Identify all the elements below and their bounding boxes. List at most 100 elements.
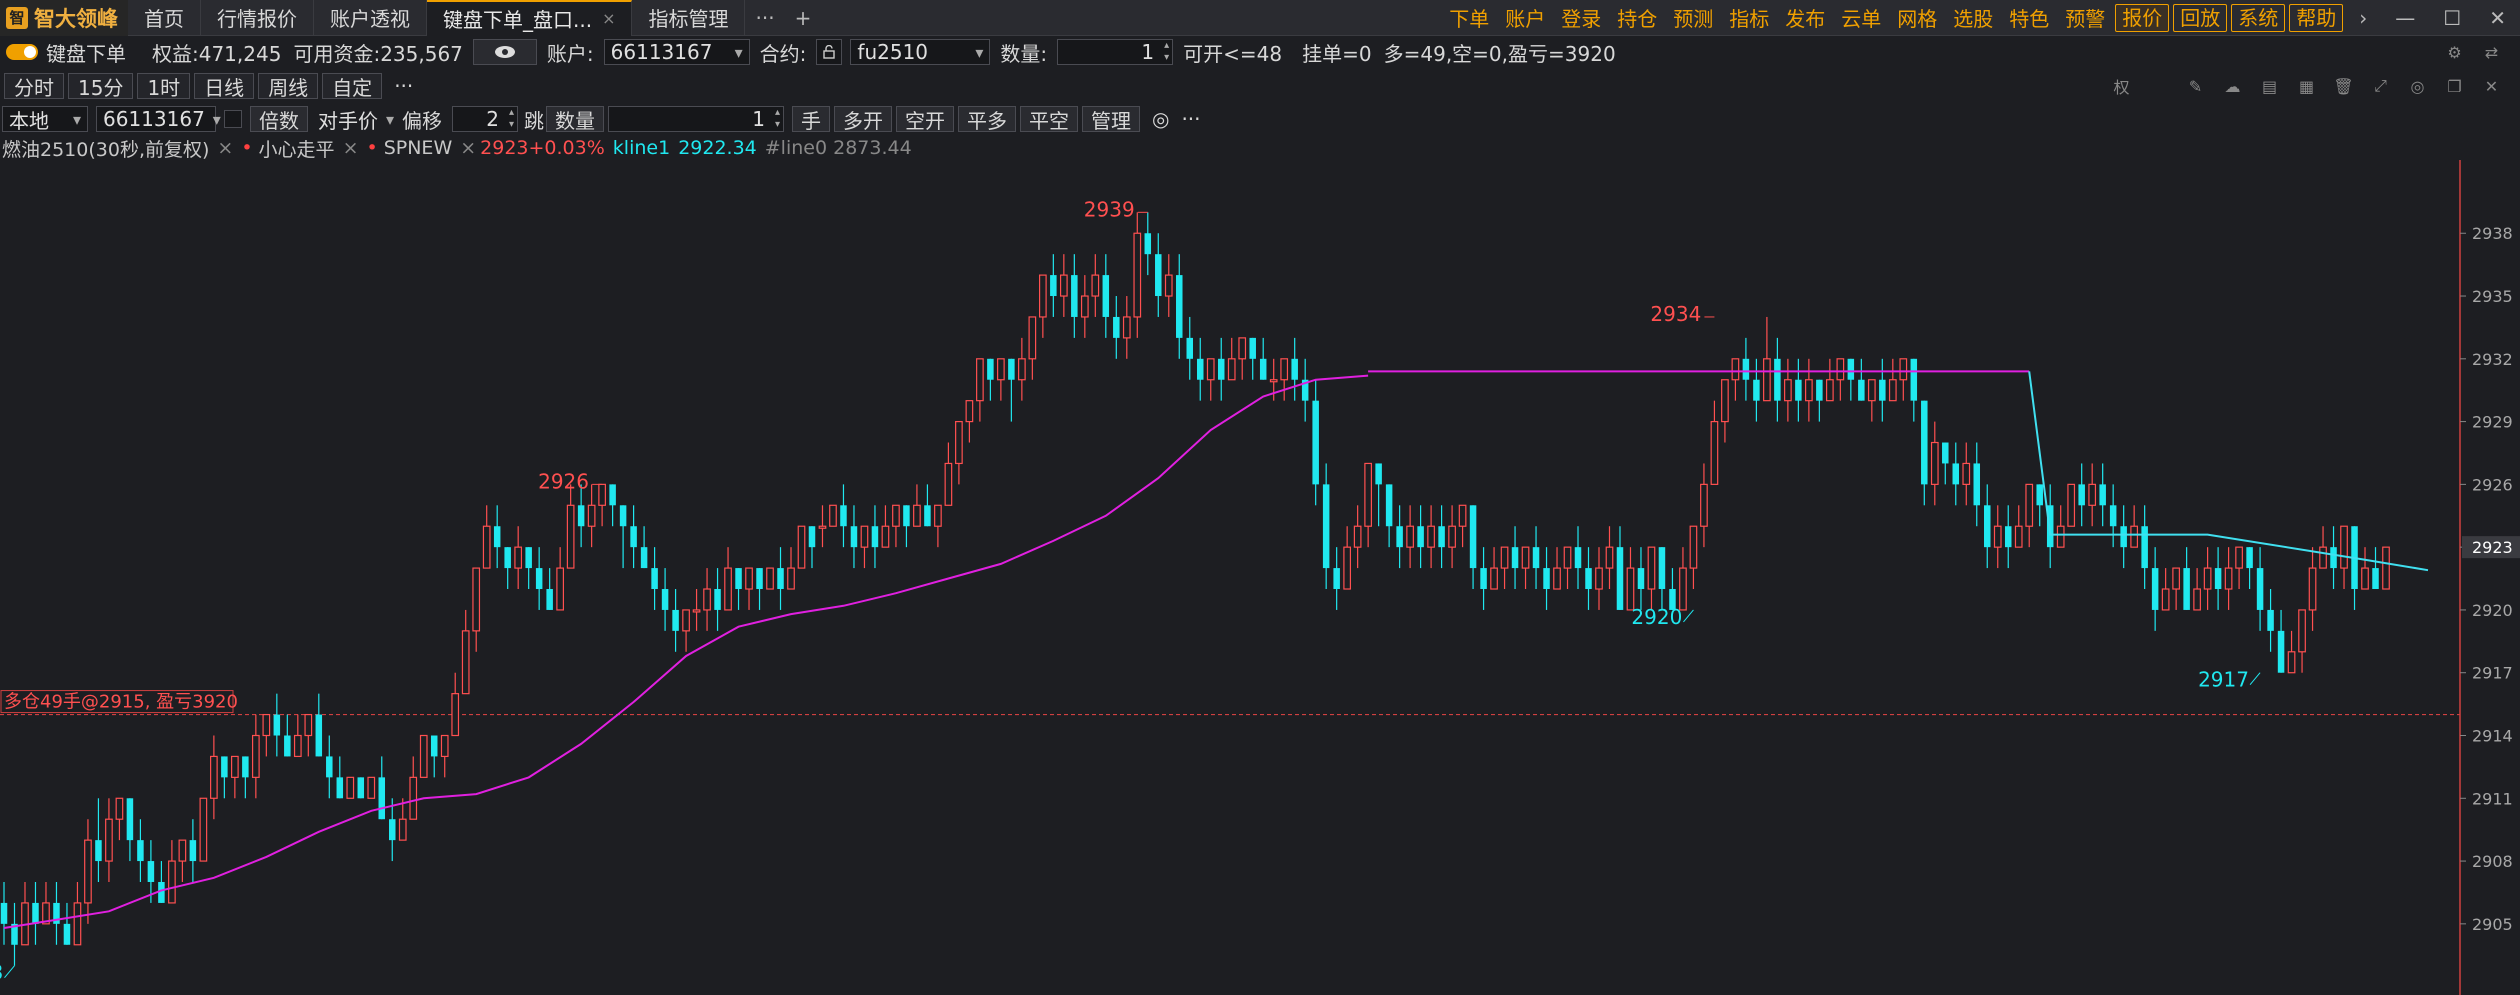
tab-account[interactable]: 账户透视 bbox=[314, 0, 427, 36]
menu-system[interactable]: 系统 bbox=[2231, 3, 2286, 32]
account-right-icons: ⚙ ⇄ bbox=[2436, 43, 2520, 62]
record-icon[interactable]: ◎ bbox=[1140, 107, 1175, 131]
period-custom[interactable]: 自定 bbox=[322, 73, 383, 100]
multiple-checkbox[interactable] bbox=[224, 110, 242, 128]
indicator-1[interactable]: 小心走平 bbox=[257, 135, 335, 162]
account-select[interactable]: 66113167 bbox=[603, 39, 750, 65]
remove-indicator-icon[interactable]: × bbox=[335, 137, 367, 159]
cloud-icon[interactable]: ☁ bbox=[2214, 77, 2251, 96]
target-icon[interactable]: ◎ bbox=[2399, 77, 2436, 96]
period-more-icon[interactable]: ··· bbox=[382, 74, 419, 98]
period-timeshare[interactable]: 分时 bbox=[4, 73, 64, 100]
candle-body bbox=[105, 818, 113, 862]
offset-stepper[interactable]: 2 ▴ ▾ bbox=[452, 106, 518, 132]
sell-open-button[interactable]: 空开 bbox=[896, 106, 954, 133]
close-window-icon[interactable]: ✕ bbox=[2475, 6, 2520, 30]
buy-open-button[interactable]: 多开 bbox=[834, 106, 892, 133]
menu-forecast[interactable]: 预测 bbox=[1665, 3, 1721, 32]
indicator-2[interactable]: SPNEW bbox=[382, 137, 453, 159]
menu-cloud-order[interactable]: 云单 bbox=[1833, 3, 1889, 32]
minimize-icon[interactable]: — bbox=[2381, 6, 2429, 30]
app-logo[interactable]: 智 智大领峰 bbox=[0, 0, 128, 36]
annotation-leader bbox=[4, 965, 15, 979]
menu-replay[interactable]: 回放 bbox=[2173, 3, 2228, 32]
hand-button[interactable]: 手 bbox=[792, 106, 830, 133]
lock-icon[interactable] bbox=[816, 39, 843, 65]
menu-indicator[interactable]: 指标 bbox=[1721, 3, 1777, 32]
offset-label: 偏移 bbox=[402, 108, 442, 133]
remove-indicator-icon[interactable]: × bbox=[452, 137, 480, 159]
contract-select[interactable]: fu2510 bbox=[850, 39, 991, 65]
menu-grid[interactable]: 网格 bbox=[1889, 3, 1945, 32]
add-tab-icon[interactable]: + bbox=[785, 6, 822, 30]
manage-button[interactable]: 管理 bbox=[1082, 106, 1140, 133]
candle-body bbox=[808, 526, 816, 548]
low-label: 2903 bbox=[0, 961, 3, 985]
candle-body bbox=[1458, 504, 1467, 527]
toggle-switch[interactable] bbox=[6, 44, 38, 60]
rights-icon[interactable]: 权 bbox=[2103, 74, 2140, 98]
source-select[interactable]: 本地 bbox=[2, 106, 88, 133]
candle-body bbox=[1574, 547, 1582, 569]
candle-body bbox=[304, 713, 313, 737]
tab-indicator-manage[interactable]: 指标管理 bbox=[632, 0, 746, 36]
maximize-icon[interactable]: ☐ bbox=[2429, 6, 2475, 30]
period-15min[interactable]: 15分 bbox=[68, 73, 134, 100]
tab-home[interactable]: 首页 bbox=[128, 0, 201, 36]
offset-value: 2 bbox=[486, 107, 499, 131]
menu-feature[interactable]: 特色 bbox=[2001, 3, 2057, 32]
order-account-select[interactable]: 66113167 bbox=[96, 106, 216, 132]
menu-account[interactable]: 账户 bbox=[1497, 3, 1553, 32]
menu-quote[interactable]: 报价 bbox=[2115, 3, 2170, 32]
candle-body bbox=[1700, 483, 1708, 527]
tab-label: 账户透视 bbox=[330, 7, 410, 31]
stepper-arrows-icon[interactable]: ▴ ▾ bbox=[509, 107, 514, 131]
copy-icon[interactable]: ❐ bbox=[2436, 77, 2473, 96]
candle-body bbox=[1417, 526, 1424, 548]
menu-publish[interactable]: 发布 bbox=[1777, 3, 1833, 32]
period-daily[interactable]: 日线 bbox=[194, 73, 255, 100]
close-chart-icon[interactable]: ✕ bbox=[2473, 77, 2510, 96]
menu-position[interactable]: 持仓 bbox=[1609, 3, 1665, 32]
candlestick-chart[interactable]: 2905 2908 2911 2914 2917 2920 2923 2926 2929 2932… bbox=[0, 160, 2520, 995]
close-short-button[interactable]: 平空 bbox=[1020, 106, 1078, 133]
position-label: 多仓49手@2915, 盈亏3920 bbox=[4, 692, 238, 713]
menu-order[interactable]: 下单 bbox=[1441, 3, 1497, 32]
menu-stock-pick[interactable]: 选股 bbox=[1945, 3, 2001, 32]
price-type-select[interactable]: 对手价 bbox=[312, 106, 392, 133]
stepper-arrows-icon[interactable]: ▴ ▾ bbox=[1164, 40, 1169, 64]
candle-body bbox=[2088, 483, 2097, 506]
y-tick-label: 2935 bbox=[2472, 287, 2513, 306]
candle-body bbox=[1952, 463, 1960, 485]
layout-icon[interactable]: ▦ bbox=[2288, 77, 2325, 96]
order-quantity-stepper[interactable]: 1 ▴ ▾ bbox=[608, 106, 784, 132]
link-icon[interactable]: ⇄ bbox=[2473, 43, 2510, 62]
more-tabs-icon[interactable]: ··· bbox=[745, 6, 784, 30]
remove-symbol-icon[interactable]: × bbox=[209, 137, 241, 159]
quantity-button[interactable]: 数量 bbox=[546, 106, 604, 133]
candle-body bbox=[1176, 275, 1183, 338]
period-weekly[interactable]: 周线 bbox=[258, 73, 319, 100]
order-more-icon[interactable]: ··· bbox=[1175, 107, 1206, 131]
settings-icon[interactable]: ⚙ bbox=[2436, 43, 2473, 62]
menu-login[interactable]: 登录 bbox=[1553, 3, 1609, 32]
chevron-right-icon[interactable]: › bbox=[2345, 6, 2381, 30]
close-icon[interactable]: × bbox=[602, 9, 615, 28]
candle-body bbox=[525, 547, 532, 569]
period-1hour[interactable]: 1时 bbox=[137, 73, 191, 100]
expand-icon[interactable]: ⤢ bbox=[2362, 76, 2399, 96]
stepper-arrows-icon[interactable]: ▴ ▾ bbox=[775, 107, 780, 131]
menu-help[interactable]: 帮助 bbox=[2289, 3, 2344, 32]
quantity-stepper[interactable]: 1 ▴ ▾ bbox=[1057, 39, 1174, 65]
trash-icon[interactable]: 🗑 bbox=[2325, 77, 2362, 96]
save-icon[interactable]: ▤ bbox=[2251, 77, 2288, 96]
multiple-button[interactable]: 倍数 bbox=[250, 106, 308, 133]
pencil-icon[interactable]: ✎ bbox=[2177, 77, 2214, 96]
tab-quotes[interactable]: 行情报价 bbox=[201, 0, 314, 36]
eye-icon[interactable] bbox=[472, 39, 537, 65]
close-long-button[interactable]: 平多 bbox=[958, 106, 1016, 133]
tab-keyboard-order[interactable]: 键盘下单_盘口... × bbox=[427, 0, 633, 36]
chart-area[interactable]: 2905 2908 2911 2914 2917 2920 2923 2926 2929 2932… bbox=[0, 160, 2520, 995]
menu-alert[interactable]: 预警 bbox=[2057, 3, 2113, 32]
candle-body bbox=[1133, 232, 1142, 318]
